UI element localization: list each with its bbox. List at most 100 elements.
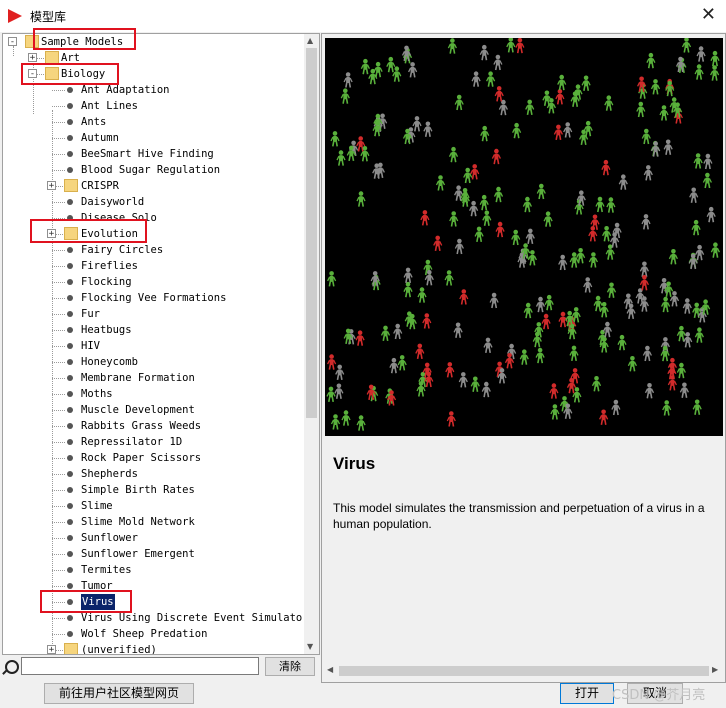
tree-item[interactable]: Sunflower Emergent [3,546,303,562]
tree-item-label: Repressilator 1D [81,436,183,448]
tree-guide-line [52,314,65,315]
tree-item[interactable]: HIV [3,338,303,354]
model-node-icon [67,263,73,269]
tree-item[interactable]: Heatbugs [3,322,303,338]
tree-item[interactable]: BeeSmart Hive Finding [3,146,303,162]
scrollbar-thumb[interactable] [339,666,709,676]
model-node-icon [67,151,73,157]
model-node-icon [67,135,73,141]
tree-item-label: Fairy Circles [81,244,164,256]
tree-item[interactable]: Moths [3,386,303,402]
tree-item-label: Ant Adaptation [81,84,170,96]
tree-guide-line [52,634,65,635]
tree-guide-line [52,90,65,91]
simulation-background [325,38,723,436]
tree-folder[interactable]: + (unverified) [3,642,303,654]
model-tree[interactable]: - Sample Models + Art - Biology Ant Adaptation… [3,34,303,654]
tree-item-label: Biology [61,68,106,80]
tree-item[interactable]: Fireflies [3,258,303,274]
tree-item[interactable]: Disease Solo [3,210,303,226]
tree-item[interactable]: Ants [3,114,303,130]
tree-item[interactable]: Virus Using Discrete Event Simulator [3,610,303,626]
tree-item[interactable]: Daisyworld [3,194,303,210]
tree-item[interactable]: Rabbits Grass Weeds [3,418,303,434]
model-node-icon [67,119,73,125]
folder-icon [64,179,78,192]
collapse-icon[interactable]: - [8,37,17,47]
tree-item-label: Heatbugs [81,324,132,336]
search-input[interactable] [21,657,259,675]
tree-folder[interactable]: - Sample Models [3,34,303,50]
tree-item[interactable]: Membrane Formation [3,370,303,386]
tree-folder[interactable]: + Evolution [3,226,303,242]
tree-folder[interactable]: + Art [3,50,303,66]
model-node-icon [67,375,73,381]
tree-guide-line [52,538,65,539]
tree-item[interactable]: Wolf Sheep Predation [3,626,303,642]
folder-icon [64,227,78,240]
tree-item[interactable]: Ant Adaptation [3,82,303,98]
tree-item-label: Slime [81,500,113,512]
clear-button[interactable]: 清除 [265,657,315,676]
scroll-left-icon[interactable]: ◀ [327,665,333,674]
model-preview-panel: Virus This model simulates the transmiss… [321,33,726,683]
scroll-right-icon[interactable]: ▶ [712,665,718,674]
tree-folder[interactable]: - Biology [3,66,303,82]
tree-item-label: Blood Sugar Regulation [81,164,221,176]
tree-item[interactable]: Repressilator 1D [3,434,303,450]
tree-guide-line [52,506,65,507]
tree-guide-line [52,282,65,283]
tree-item[interactable]: Sunflower [3,530,303,546]
tree-item[interactable]: Blood Sugar Regulation [3,162,303,178]
tree-item[interactable]: Flocking Vee Formations [3,290,303,306]
tree-item[interactable]: Slime Mold Network [3,514,303,530]
tree-item-label: HIV [81,340,100,352]
scrollbar-thumb[interactable] [306,48,317,418]
tree-item-label: Ants [81,116,107,128]
tree-guide-line [52,330,65,331]
tree-item-label: Sunflower Emergent [81,548,195,560]
tree-item-label: (unverified) [81,644,157,654]
expand-icon[interactable]: + [47,229,56,239]
tree-item[interactable]: Shepherds [3,466,303,482]
tree-guide-line [52,138,65,139]
model-node-icon [67,311,73,317]
tree-item[interactable]: Ant Lines [3,98,303,114]
tree-item[interactable]: Fairy Circles [3,242,303,258]
tree-item-label: BeeSmart Hive Finding [81,148,214,160]
expand-icon[interactable]: + [28,53,37,63]
scroll-up-icon[interactable]: ▲ [307,36,313,45]
community-models-button[interactable]: 前往用户社区模型网页 [44,683,194,704]
scroll-down-icon[interactable]: ▼ [307,642,313,651]
tree-item[interactable]: Rock Paper Scissors [3,450,303,466]
tree-folder[interactable]: + CRISPR [3,178,303,194]
expand-icon[interactable]: + [47,645,56,654]
tree-guide-line [52,266,65,267]
tree-item[interactable]: Fur [3,306,303,322]
preview-horizontal-scrollbar[interactable]: ◀ ▶ [323,663,724,679]
tree-item-label: Evolution [81,228,138,240]
tree-item[interactable]: Honeycomb [3,354,303,370]
tree-item[interactable]: Muscle Development [3,402,303,418]
expand-icon[interactable]: + [47,181,56,191]
model-node-icon [67,551,73,557]
tree-guide-line [52,458,65,459]
tree-item[interactable]: Slime [3,498,303,514]
tree-item-label: Ant Lines [81,100,138,112]
open-button[interactable]: 打开 [560,683,614,704]
tree-item-label: Wolf Sheep Predation [81,628,208,640]
collapse-icon[interactable]: - [28,69,37,79]
tree-item-label: Flocking [81,276,132,288]
tree-item[interactable]: Autumn [3,130,303,146]
tree-item[interactable]: Tumor [3,578,303,594]
tree-item[interactable]: Flocking [3,274,303,290]
tree-item[interactable]: Virus [3,594,303,610]
tree-item[interactable]: Simple Birth Rates [3,482,303,498]
close-icon[interactable]: ✕ [701,4,716,25]
model-node-icon [67,567,73,573]
folder-icon [45,51,59,64]
model-node-icon [67,519,73,525]
tree-vertical-scrollbar[interactable]: ▲ ▼ [304,34,319,654]
tree-item[interactable]: Termites [3,562,303,578]
model-node-icon [67,407,73,413]
